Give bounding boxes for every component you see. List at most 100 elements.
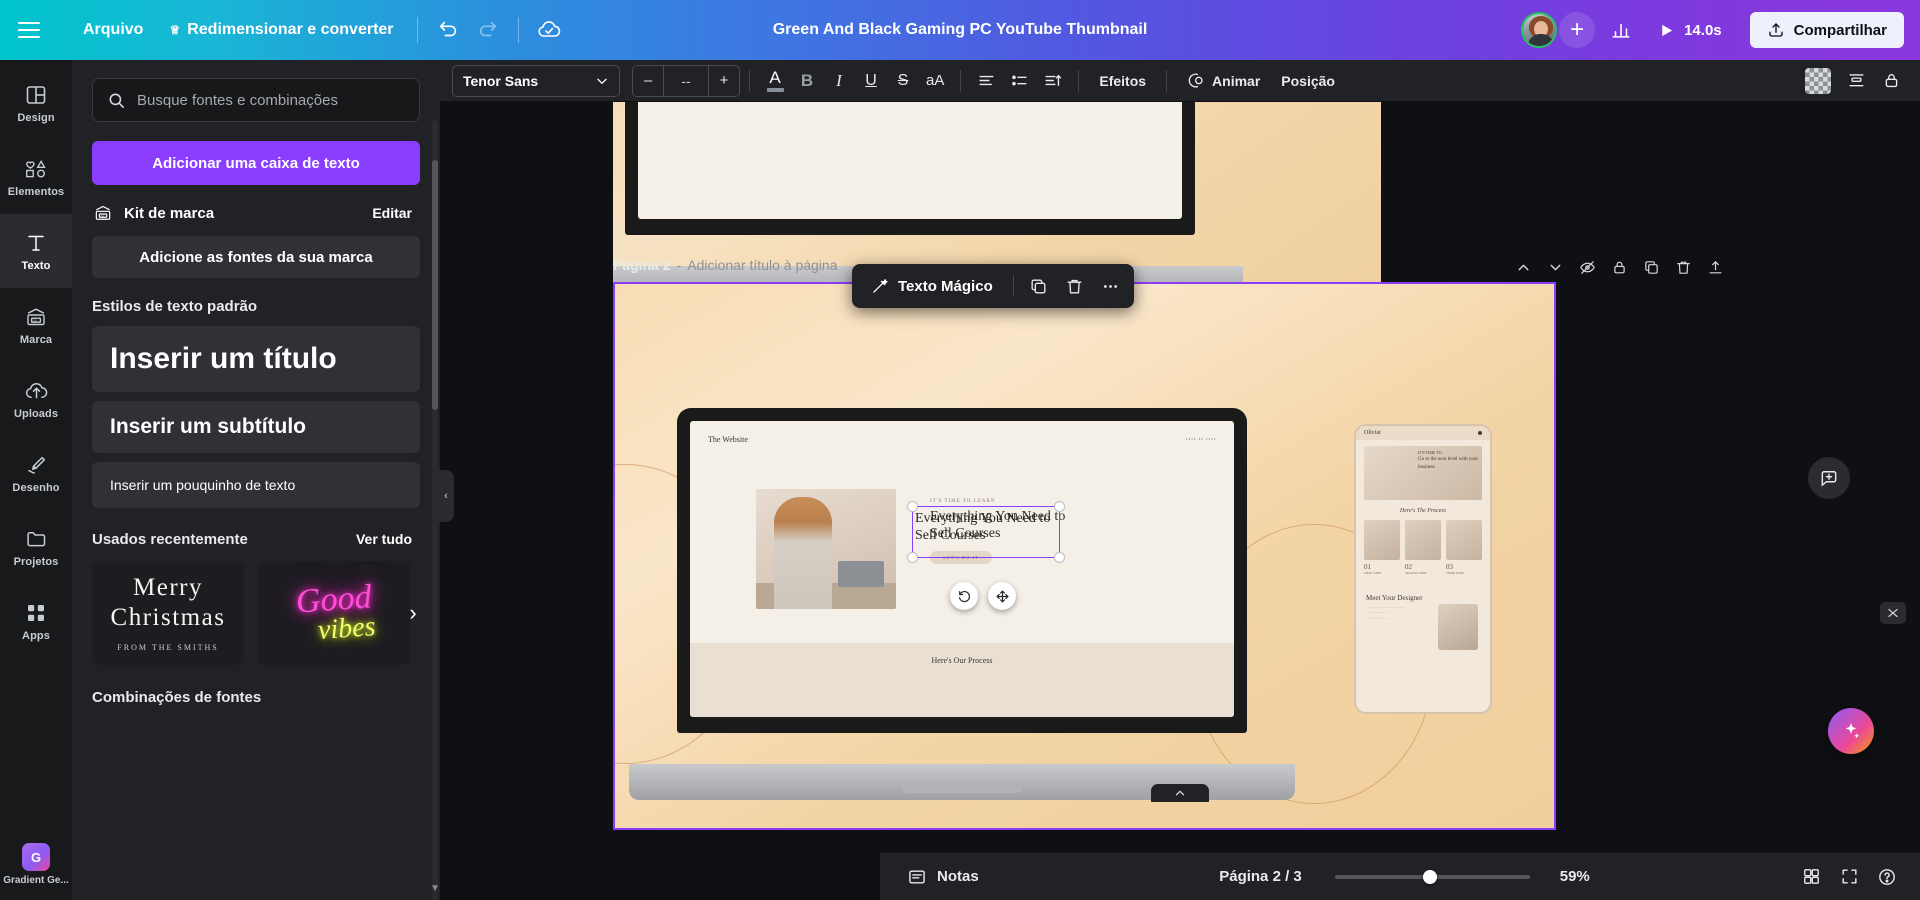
zoom-slider[interactable] [1334, 869, 1530, 884]
font-search-box[interactable] [92, 78, 420, 122]
style-card-title[interactable]: Inserir um título [92, 326, 420, 392]
selected-text-content[interactable]: Everything You Need to Sell Courses [913, 507, 1059, 547]
position-button[interactable]: Posição [1270, 65, 1346, 97]
notes-button[interactable]: Notas [896, 860, 990, 894]
text-color-button[interactable]: A [759, 65, 791, 97]
magic-text-button[interactable]: Texto Mágico [858, 269, 1005, 303]
style-card-body[interactable]: Inserir um pouquinho de texto [92, 462, 420, 508]
lock-page-button[interactable] [1604, 252, 1634, 282]
font-family-select[interactable]: Tenor Sans [452, 64, 620, 97]
animate-button[interactable]: Animar [1176, 65, 1270, 97]
canvas-expand-chevron[interactable] [1151, 784, 1209, 802]
effects-button[interactable]: Efeitos [1088, 65, 1157, 97]
phone-hero-text: IT'S TIME TO Go to the next level with y… [1418, 450, 1482, 471]
resize-handle-top-left[interactable] [907, 501, 918, 512]
file-menu-label: Arquivo [83, 21, 144, 38]
resize-convert-button[interactable]: ♕ Redimensionar e converter [156, 13, 406, 47]
letter-case-button[interactable]: aA [919, 65, 951, 97]
align-page-button[interactable] [1840, 65, 1873, 97]
duplicate-element-button[interactable] [1022, 269, 1056, 303]
sidebar-item-apps[interactable]: Apps [0, 584, 72, 658]
cloud-save-button[interactable] [529, 10, 569, 50]
fullscreen-button[interactable] [1832, 860, 1866, 894]
lock-button[interactable] [1875, 65, 1908, 97]
font-size-increase[interactable]: + [709, 66, 739, 96]
resize-handle-bottom-right[interactable] [1054, 552, 1065, 563]
add-collaborator-button[interactable]: + [1559, 12, 1596, 48]
insights-button[interactable] [1601, 10, 1641, 50]
sidebar-item-uploads[interactable]: Uploads [0, 362, 72, 436]
italic-button[interactable]: I [823, 65, 855, 97]
collapse-right-panel-button[interactable] [1880, 602, 1906, 624]
brand-kit-edit-link[interactable]: Editar [364, 201, 420, 225]
line-spacing-button[interactable] [1036, 65, 1069, 97]
delete-element-button[interactable] [1058, 269, 1092, 303]
move-page-up-button[interactable] [1508, 252, 1538, 282]
underline-button[interactable]: U [855, 65, 887, 97]
strikethrough-button[interactable]: S [887, 65, 919, 97]
style-card-subtitle[interactable]: Inserir um subtítulo [92, 401, 420, 453]
phone-section-2-title: Meet Your Designer [1366, 594, 1423, 602]
grid-view-button[interactable] [1794, 860, 1828, 894]
website-brand: The Website [708, 435, 748, 444]
hamburger-icon[interactable] [18, 15, 48, 45]
sidebar-item-projetos[interactable]: Projetos [0, 510, 72, 584]
transparency-button[interactable] [1798, 65, 1838, 97]
page-title-input[interactable]: Adicionar título à página [687, 257, 837, 273]
text-align-button[interactable] [970, 65, 1003, 97]
sidebar-item-texto[interactable]: Texto [0, 214, 72, 288]
sidebar-item-design[interactable]: Design [0, 66, 72, 140]
font-size-decrease[interactable]: – [633, 66, 663, 96]
page-counter[interactable]: Página 2 / 3 [1210, 863, 1311, 890]
gradient-app-badge: G [22, 843, 50, 871]
collapse-panel-handle[interactable]: ‹ [438, 470, 454, 522]
bullet-list-button[interactable] [1003, 65, 1036, 97]
add-textbox-button[interactable]: Adicionar uma caixa de texto [92, 141, 420, 185]
move-page-down-button[interactable] [1540, 252, 1570, 282]
rotate-control[interactable] [950, 582, 978, 610]
chevron-right-icon[interactable]: › [396, 593, 430, 633]
recently-used-see-all[interactable]: Ver tudo [348, 527, 420, 551]
font-card-merry-christmas[interactable]: Merry Christmas FROM THE SMITHS [92, 561, 244, 665]
more-options-button[interactable] [1094, 269, 1128, 303]
chevron-up-icon [1518, 264, 1528, 270]
add-comment-button[interactable] [1808, 457, 1850, 499]
delete-page-button[interactable] [1668, 252, 1698, 282]
zoom-value[interactable]: 59% [1546, 868, 1590, 885]
sidebar-item-desenho[interactable]: Desenho [0, 436, 72, 510]
font-card-good-vibes[interactable]: Good vibes [258, 561, 410, 665]
chevron-up-icon [1175, 790, 1185, 796]
sidebar-item-gradient-generator[interactable]: G Gradient Ge... [0, 843, 72, 900]
file-menu-button[interactable]: Arquivo [70, 13, 156, 47]
zoom-slider-knob[interactable] [1422, 869, 1437, 884]
share-button[interactable]: Compartilhar [1749, 12, 1904, 48]
search-input[interactable] [137, 91, 405, 109]
hide-page-button[interactable] [1572, 252, 1602, 282]
ai-assistant-button[interactable] [1828, 708, 1874, 754]
add-brand-fonts-button[interactable]: Adicione as fontes da sua marca [92, 236, 420, 278]
comment-plus-icon [1821, 471, 1837, 487]
resize-handle-bottom-left[interactable] [907, 552, 918, 563]
resize-handle-top-right[interactable] [1054, 501, 1065, 512]
expand-page-button[interactable] [1700, 252, 1730, 282]
website-process-label: Here's Our Process [931, 656, 993, 665]
help-button[interactable] [1870, 860, 1904, 894]
document-title[interactable]: Green And Black Gaming PC YouTube Thumbn… [763, 15, 1158, 45]
bold-button[interactable]: B [791, 65, 823, 97]
page-2-canvas[interactable]: The Website ···· ·· ···· IT'S TIME TO LE… [613, 282, 1556, 830]
avatar[interactable] [1521, 12, 1558, 48]
phone-top-bar: Oliviat [1356, 426, 1490, 440]
text-toolbar: Tenor Sans – -- + A B I U S aA Efeitos A… [440, 60, 1920, 102]
present-button[interactable]: 14.0s [1647, 15, 1736, 46]
font-size-stepper[interactable]: – -- + [632, 64, 740, 97]
canvas-scroll-area[interactable]: Página 2 - Adicionar título à página The… [440, 102, 1920, 852]
redo-button[interactable] [468, 10, 508, 50]
selected-text-box[interactable]: Everything You Need to Sell Courses [907, 501, 1065, 563]
undo-button[interactable] [428, 10, 468, 50]
duplicate-page-button[interactable] [1636, 252, 1666, 282]
sidebar-item-marca[interactable]: co. Marca [0, 288, 72, 362]
move-control[interactable] [988, 582, 1016, 610]
phone-mockup[interactable]: Oliviat IT'S TIME TO Go to the next leve… [1354, 424, 1492, 714]
sidebar-item-elementos[interactable]: Elementos [0, 140, 72, 214]
font-size-value[interactable]: -- [663, 65, 709, 96]
